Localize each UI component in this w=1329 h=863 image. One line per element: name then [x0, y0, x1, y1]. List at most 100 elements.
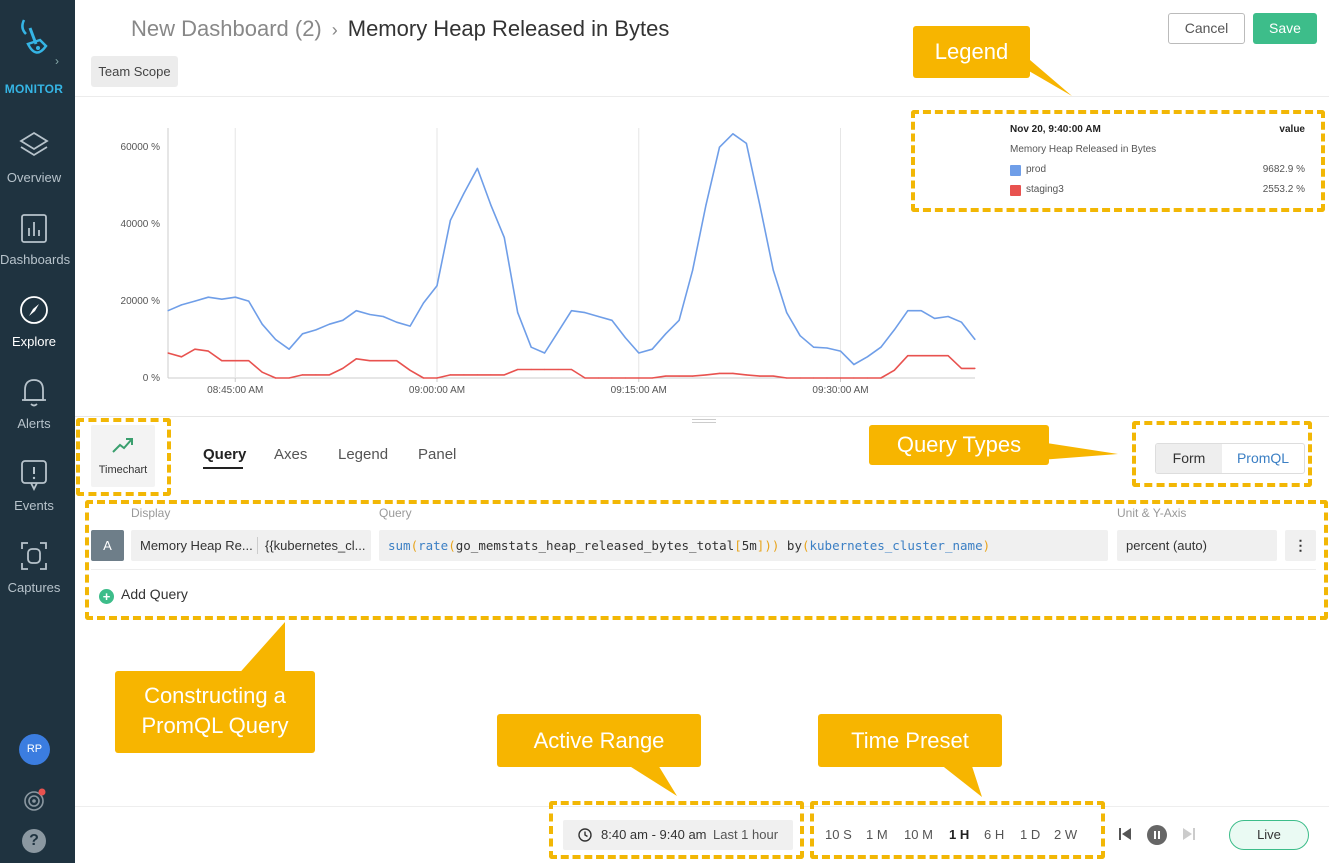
data-point-staging3 — [436, 377, 438, 379]
nav-alerts[interactable]: Alerts — [0, 376, 75, 456]
data-point-prod — [355, 310, 357, 312]
data-point-prod — [207, 296, 209, 298]
callout-active-range: Active Range — [497, 714, 701, 767]
chevron-right-icon[interactable]: › — [55, 54, 59, 68]
nav-captures[interactable]: Captures — [0, 540, 75, 620]
callout-constructing-query: Constructing a PromQL Query — [115, 671, 315, 753]
nav-alerts-label: Alerts — [17, 416, 51, 431]
data-point-staging3 — [355, 358, 357, 360]
data-point-staging3 — [422, 377, 425, 379]
data-point-prod — [503, 237, 505, 239]
data-point-prod — [880, 346, 882, 348]
data-point-staging3 — [974, 367, 976, 369]
data-point-prod — [261, 323, 263, 325]
skip-back-icon[interactable] — [1118, 827, 1132, 841]
y-tick-label: 40000 % — [121, 219, 161, 230]
cancel-button[interactable]: Cancel — [1168, 13, 1245, 44]
data-point-staging3 — [772, 375, 774, 377]
data-point-prod — [611, 319, 613, 321]
y-tick-label: 60000 % — [121, 142, 161, 153]
header-divider — [75, 96, 1329, 97]
nav-events-label: Events — [14, 498, 54, 513]
data-point-staging3 — [651, 377, 653, 379]
y-tick-label: 0 % — [143, 373, 160, 384]
capture-icon — [21, 542, 47, 570]
data-point-prod — [396, 321, 398, 323]
data-point-staging3 — [692, 375, 694, 377]
nav-captures-label: Captures — [7, 580, 61, 595]
nav-dashboards[interactable]: Dashboards — [0, 212, 75, 292]
data-point-staging3 — [947, 355, 949, 357]
data-point-staging3 — [275, 377, 277, 379]
data-point-staging3 — [557, 368, 559, 371]
nav-overview-label: Overview — [6, 170, 62, 185]
pause-bars-icon — [1154, 831, 1160, 839]
data-point-prod — [853, 363, 855, 366]
data-point-staging3 — [476, 374, 478, 376]
data-point-prod — [907, 310, 909, 312]
nav-explore-label: Explore — [11, 334, 57, 349]
timechart-plot[interactable]: 0 % 20000 % 40000 % 60000 % 08:45:00 AM 09:00… — [100, 110, 980, 400]
data-point-staging3 — [221, 360, 223, 362]
data-point-prod — [624, 337, 626, 339]
callout-legend: Legend — [913, 26, 1030, 78]
data-point-prod — [248, 300, 250, 302]
callout-constructing-line2: PromQL Query — [141, 713, 289, 738]
callout-query-types: Query Types — [869, 425, 1049, 465]
data-point-staging3 — [813, 377, 815, 379]
tab-panel[interactable]: Panel — [418, 446, 456, 463]
data-point-staging3 — [960, 367, 963, 369]
data-point-staging3 — [934, 355, 936, 357]
nav-explore[interactable]: Explore — [0, 294, 75, 374]
data-point-prod — [772, 269, 774, 271]
nav-overview[interactable]: Overview — [0, 130, 75, 210]
skip-forward-icon[interactable] — [1182, 827, 1196, 841]
breadcrumb-parent[interactable]: New Dashboard (2) — [131, 16, 322, 41]
tab-query[interactable]: Query — [203, 446, 246, 463]
data-point-staging3 — [745, 374, 748, 376]
x-tick-label: 09:00:00 AM — [409, 385, 465, 396]
data-point-prod — [234, 296, 236, 298]
tab-legend[interactable]: Legend — [338, 446, 388, 463]
data-point-staging3 — [544, 368, 546, 371]
data-point-staging3 — [678, 375, 680, 377]
data-point-staging3 — [638, 377, 640, 379]
sidebar: › MONITOR Overview Dashboards Explore Al… — [0, 0, 75, 863]
data-point-staging3 — [248, 360, 250, 362]
layers-icon — [19, 131, 49, 157]
bell-icon — [22, 379, 46, 407]
data-point-prod — [422, 302, 425, 304]
data-point-prod — [328, 323, 330, 325]
nav-events[interactable]: Events — [0, 458, 75, 538]
data-point-prod — [315, 329, 317, 331]
data-point-prod — [584, 312, 586, 314]
resize-handle[interactable] — [692, 419, 716, 423]
data-point-prod — [920, 310, 922, 312]
data-point-prod — [799, 335, 801, 337]
active-range-highlight — [549, 801, 804, 859]
callout-time-preset: Time Preset — [818, 714, 1002, 767]
team-scope-button[interactable]: Team Scope — [91, 56, 178, 87]
data-point-staging3 — [839, 377, 842, 379]
chart-type-highlight — [76, 418, 171, 496]
data-point-prod — [490, 204, 492, 206]
data-point-prod — [597, 315, 599, 318]
data-point-staging3 — [409, 369, 411, 371]
help-icon[interactable]: ? — [22, 829, 46, 853]
active-tab-indicator — [203, 467, 243, 469]
data-point-staging3 — [207, 350, 209, 352]
notifications-icon[interactable] — [22, 788, 46, 812]
tab-axes[interactable]: Axes — [274, 446, 307, 463]
breadcrumb: New Dashboard (2) › Memory Heap Released i… — [131, 16, 669, 42]
user-avatar[interactable]: RP — [19, 734, 50, 765]
data-point-prod — [382, 315, 384, 318]
data-point-staging3 — [530, 368, 532, 371]
data-point-prod — [745, 142, 748, 144]
data-point-staging3 — [718, 372, 721, 374]
pause-icon[interactable] — [1147, 825, 1167, 845]
save-button[interactable]: Save — [1253, 13, 1317, 44]
x-tick-label: 09:30:00 AM — [812, 385, 868, 396]
live-button[interactable]: Live — [1229, 820, 1309, 850]
data-point-prod — [544, 352, 546, 354]
data-point-staging3 — [786, 377, 788, 379]
